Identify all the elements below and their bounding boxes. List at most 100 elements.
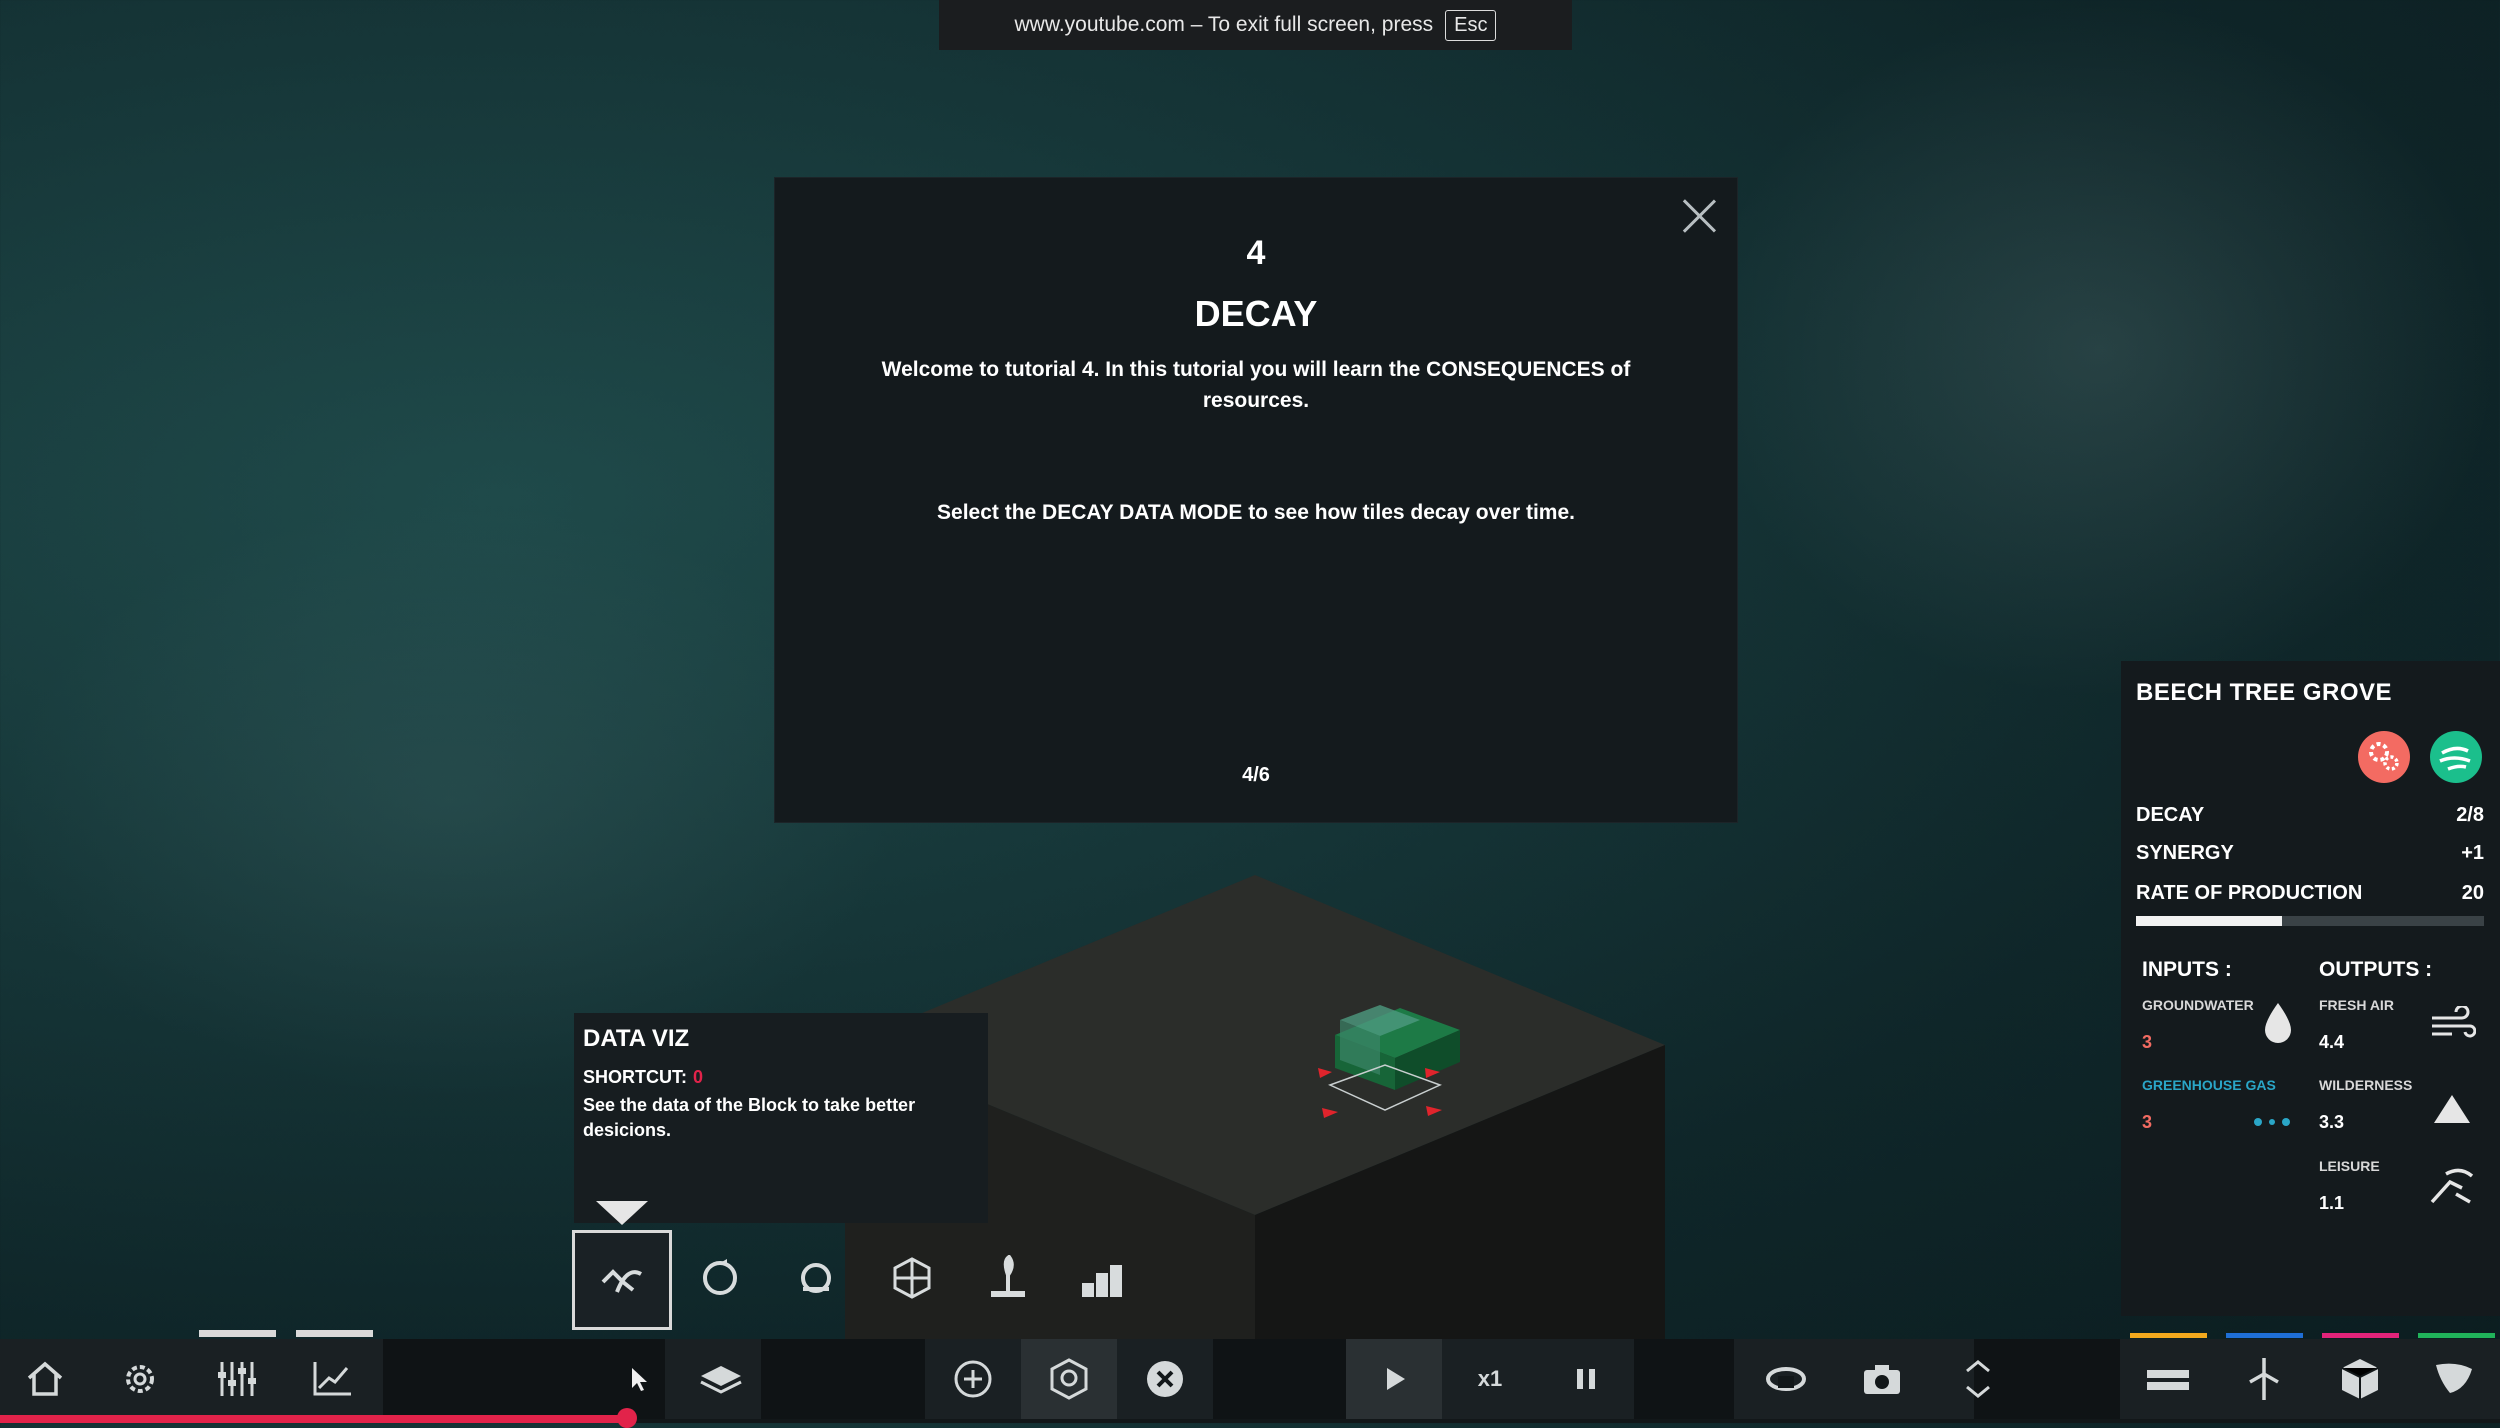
greenhouse-gas-value: 3 bbox=[2142, 1112, 2153, 1132]
outputs-heading: OUTPUTS : bbox=[2319, 958, 2433, 981]
nature-category-button[interactable] bbox=[2408, 1339, 2500, 1419]
mixer-button[interactable] bbox=[196, 1339, 276, 1419]
structure-mode-button[interactable] bbox=[864, 1230, 960, 1326]
leaf-icon bbox=[2436, 1363, 2472, 1393]
data-viz-button[interactable] bbox=[572, 1230, 672, 1330]
background-fog bbox=[1700, 0, 2500, 700]
timeline-scrubber-handle[interactable] bbox=[617, 1408, 637, 1428]
wilderness-label: WILDERNESS bbox=[2319, 1077, 2413, 1093]
gears-icon[interactable] bbox=[2358, 731, 2410, 783]
screenshot-button[interactable] bbox=[1834, 1339, 1930, 1419]
settings-button[interactable] bbox=[100, 1339, 180, 1419]
add-button[interactable] bbox=[925, 1339, 1021, 1419]
building-category-button[interactable] bbox=[2312, 1339, 2408, 1419]
water-drop-icon bbox=[2261, 1001, 2295, 1055]
tutorial-intro-text: Welcome to tutorial 4. In this tutorial … bbox=[881, 358, 1631, 412]
speed-button[interactable]: x1 bbox=[1442, 1339, 1538, 1419]
production-label: RATE OF PRODUCTION bbox=[2136, 882, 2363, 904]
pause-button[interactable] bbox=[1538, 1339, 1634, 1419]
home-icon bbox=[27, 1361, 63, 1396]
wilderness-value: 3.3 bbox=[2319, 1112, 2345, 1132]
road-icon bbox=[2147, 1370, 2189, 1390]
gear-icon bbox=[126, 1365, 154, 1393]
coins-icon bbox=[1082, 1265, 1122, 1297]
background-fog bbox=[0, 500, 900, 1100]
decay-label: DECAY bbox=[2136, 804, 2205, 826]
leisure-label: LEISURE bbox=[2319, 1158, 2380, 1174]
rotate-icon bbox=[1766, 1367, 1806, 1391]
wind-icon[interactable] bbox=[2430, 731, 2482, 783]
energy-category-button[interactable] bbox=[2216, 1339, 2312, 1419]
layers-button[interactable] bbox=[673, 1339, 769, 1419]
synergy-mode-button[interactable] bbox=[768, 1230, 864, 1326]
production-bar bbox=[2136, 916, 2484, 926]
decay-mode-button[interactable] bbox=[672, 1230, 768, 1326]
production-bar-fill bbox=[2136, 916, 2283, 926]
category-strip bbox=[2226, 1333, 2303, 1338]
play-icon bbox=[1387, 1368, 1405, 1390]
tooltip-shortcut: SHORTCUT: 0 bbox=[583, 1067, 703, 1088]
road-category-button[interactable] bbox=[2120, 1339, 2216, 1419]
building-cube-icon bbox=[2341, 1359, 2379, 1399]
leisure-icon bbox=[2426, 1164, 2476, 1218]
tooltip-description: See the data of the Block to take better… bbox=[583, 1095, 916, 1140]
inspect-button[interactable] bbox=[1021, 1339, 1117, 1419]
camera-icon bbox=[1864, 1365, 1900, 1394]
leisure-value: 1.1 bbox=[2319, 1193, 2345, 1213]
coins-mode-button[interactable] bbox=[1056, 1230, 1152, 1326]
groundwater-value: 3 bbox=[2142, 1032, 2153, 1052]
sprout-mode-button[interactable] bbox=[960, 1230, 1056, 1326]
tutorial-title: DECAY bbox=[1194, 293, 1318, 334]
tooltip-title: DATA VIZ bbox=[583, 1025, 690, 1052]
fullscreen-notice: www.youtube.com – To exit full screen, p… bbox=[939, 0, 1572, 50]
tile-name: BEECH TREE GROVE bbox=[2136, 679, 2393, 706]
fullscreen-notice-text: www.youtube.com – To exit full screen, p… bbox=[1014, 13, 1434, 36]
synergy-icon bbox=[801, 1263, 831, 1293]
inputs-heading: INPUTS : bbox=[2142, 958, 2232, 981]
plus-circle-icon bbox=[954, 1360, 992, 1398]
zoom-toggle[interactable] bbox=[1930, 1339, 2026, 1419]
groundwater-label: GROUNDWATER bbox=[2142, 997, 2254, 1013]
toolbar-tab-indicator bbox=[296, 1330, 373, 1337]
esc-key-badge: Esc bbox=[1445, 9, 1497, 41]
close-icon[interactable] bbox=[1679, 194, 1719, 234]
play-button[interactable] bbox=[1346, 1339, 1442, 1419]
synergy-value: +1 bbox=[2461, 842, 2484, 864]
mountain-icon bbox=[2432, 1091, 2472, 1135]
timeline-progress-bar[interactable] bbox=[0, 1415, 627, 1423]
synergy-label: SYNERGY bbox=[2136, 842, 2234, 864]
rotate-view-button[interactable] bbox=[1738, 1339, 1834, 1419]
category-strip bbox=[2322, 1333, 2399, 1338]
stats-button[interactable] bbox=[292, 1339, 372, 1419]
tutorial-instruction-text: Select the DECAY DATA MODE to see how ti… bbox=[937, 501, 1575, 524]
tutorial-page-indicator: 4/6 bbox=[1242, 764, 1270, 786]
chevron-down-icon bbox=[1966, 1385, 1990, 1398]
sprout-icon bbox=[991, 1255, 1025, 1297]
data-mode-toolbar bbox=[572, 1230, 1152, 1336]
close-circle-icon bbox=[1147, 1361, 1183, 1397]
greenhouse-gas-label: GREENHOUSE GAS bbox=[2142, 1077, 2276, 1093]
layers-icon bbox=[700, 1366, 742, 1394]
tree-grove-tile[interactable] bbox=[1318, 1005, 1460, 1118]
chevron-up-icon bbox=[1966, 1360, 1990, 1373]
tile-info-panel: BEECH TREE GROVE DECAY 2/8 SYNERGY +1 RA… bbox=[2121, 661, 2500, 1316]
sliders-icon bbox=[218, 1362, 256, 1396]
hexagon-search-icon bbox=[1050, 1358, 1088, 1400]
shortcut-label: SHORTCUT: bbox=[583, 1067, 687, 1087]
mouse-cursor-icon bbox=[620, 1339, 660, 1419]
pause-icon bbox=[1577, 1369, 1595, 1389]
decay-row: DECAY 2/8 bbox=[2136, 804, 2484, 827]
tutorial-dialog: 4 DECAY Welcome to tutorial 4. In this t… bbox=[775, 178, 1737, 822]
wind-turbine-icon bbox=[2249, 1358, 2279, 1400]
gas-dots-icon bbox=[2250, 1097, 2298, 1140]
category-strip bbox=[2418, 1333, 2495, 1338]
home-button[interactable] bbox=[5, 1339, 85, 1419]
toolbar-tab-indicator bbox=[199, 1330, 276, 1337]
remove-button[interactable] bbox=[1117, 1339, 1213, 1419]
cube-grid-icon bbox=[893, 1257, 931, 1299]
cycle-icon bbox=[703, 1259, 737, 1295]
decay-value: 2/8 bbox=[2456, 804, 2484, 826]
bottom-toolbar: x1 bbox=[0, 1339, 2500, 1423]
shortcut-key: 0 bbox=[693, 1067, 704, 1087]
synergy-row: SYNERGY +1 bbox=[2136, 842, 2484, 865]
